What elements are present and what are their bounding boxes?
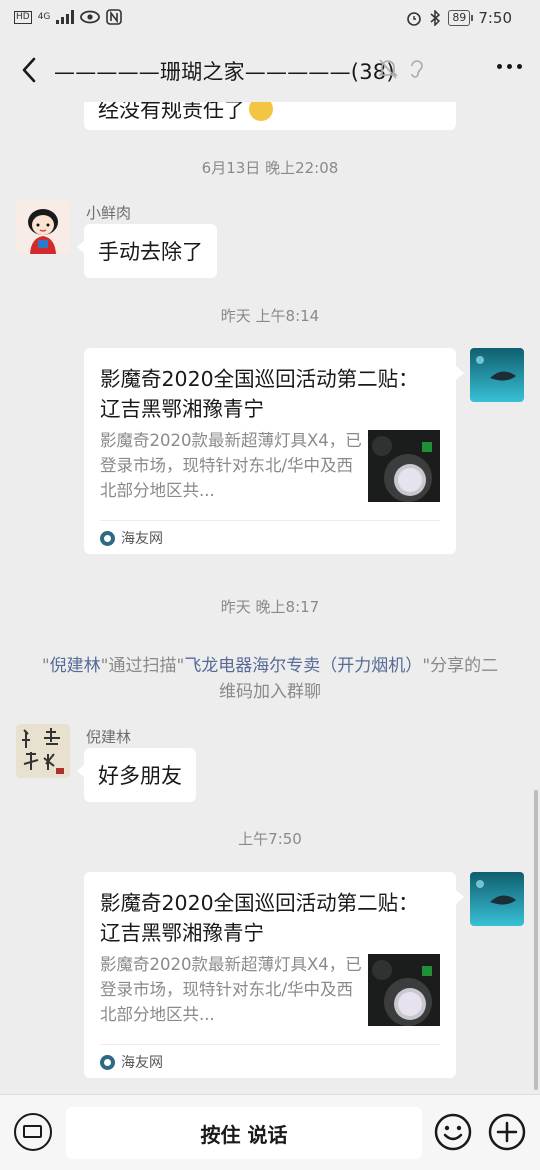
card-divider — [100, 1044, 440, 1045]
emoji-icon[interactable] — [434, 1113, 472, 1151]
card-thumbnail — [368, 430, 440, 502]
message-bubble[interactable]: 手动去除了 — [77, 224, 217, 278]
signal-icon — [56, 10, 75, 24]
member-name-link[interactable]: 倪建林 — [50, 656, 101, 676]
timestamp: 昨天 上午8:14 — [220, 307, 320, 325]
network-4g-icon: 4G — [37, 12, 51, 22]
message-text: 好多朋友 — [98, 764, 182, 788]
card-thumbnail — [368, 954, 440, 1026]
message-text: 经没有规责任了 — [98, 102, 245, 122]
earpiece-mode-icon — [411, 60, 423, 78]
cry-laugh-emoji-icon — [249, 102, 273, 121]
inviter-name-link[interactable]: 飞龙电器海尔专卖（开力烟机） — [184, 656, 422, 676]
avatar[interactable] — [16, 200, 70, 254]
sender-name: 倪建林 — [86, 728, 132, 746]
source-name: 海友网 — [121, 531, 163, 547]
chat-status-icons — [378, 58, 426, 80]
card-divider — [100, 520, 440, 521]
scrollbar[interactable] — [534, 790, 538, 1090]
timestamp: 6月13日 晚上22:08 — [201, 159, 339, 177]
hold-to-talk-button[interactable]: 按住 说话 — [66, 1107, 422, 1159]
card-title: 影魔奇2020全国巡回活动第二贴： 辽吉黑鄂湘豫青宁 — [100, 367, 419, 421]
keyboard-toggle-icon[interactable] — [14, 1113, 52, 1151]
alarm-icon — [407, 12, 422, 26]
eye-icon — [80, 10, 101, 24]
hd-icon: HD — [14, 10, 32, 24]
card-description: 影魔奇2020款最新超薄灯具X4，已登录市场，现特针对东北/华中及西北部分地区共… — [100, 431, 362, 500]
status-icons-left: HD 4G — [14, 9, 123, 25]
avatar[interactable] — [16, 724, 70, 778]
link-card[interactable]: 影魔奇2020全国巡回活动第二贴： 辽吉黑鄂湘豫青宁 影魔奇2020款最新超薄灯… — [84, 348, 464, 554]
source-name: 海友网 — [121, 1055, 163, 1071]
status-bar: HD 4G 89 7:50 — [0, 0, 540, 38]
source-logo-icon — [100, 1054, 115, 1070]
bluetooth-icon — [430, 10, 441, 26]
card-source: 海友网 — [100, 1052, 163, 1072]
timestamp: 上午7:50 — [238, 830, 302, 848]
system-quote: " — [41, 656, 50, 676]
source-logo-icon — [100, 530, 115, 546]
sender-name: 小鲜肉 — [86, 204, 132, 222]
timestamp: 昨天 晚上8:17 — [220, 598, 320, 616]
nfc-icon — [106, 9, 123, 25]
back-arrow-icon[interactable] — [14, 52, 44, 88]
card-title: 影魔奇2020全国巡回活动第二贴： 辽吉黑鄂湘豫青宁 — [100, 891, 419, 945]
system-message: "倪建林"通过扫描"飞龙电器海尔专卖（开力烟机）"分享的二维码加入群聊 — [0, 653, 540, 705]
mute-bell-icon — [378, 59, 398, 79]
my-avatar[interactable] — [470, 872, 524, 926]
message-text: 手动去除了 — [98, 240, 203, 264]
battery-icon: 89 — [448, 10, 474, 26]
card-description: 影魔奇2020款最新超薄灯具X4，已登录市场，现特针对东北/华中及西北部分地区共… — [100, 955, 362, 1024]
card-source: 海友网 — [100, 528, 163, 548]
message-bubble[interactable]: 好多朋友 — [77, 748, 196, 802]
chat-title: —————珊瑚之家—————(38) — [54, 60, 395, 84]
input-bar: 按住 说话 — [0, 1094, 540, 1170]
status-time: 7:50 — [478, 9, 512, 27]
more-options-icon[interactable] — [497, 64, 522, 69]
system-text: "通过扫描" — [100, 656, 185, 676]
my-avatar[interactable] — [470, 348, 524, 402]
message-list[interactable]: 经没有规责任了 6月13日 晚上22:08 小鲜肉 手动去除了 昨天 上午8:1… — [0, 102, 540, 1094]
partial-message-bubble[interactable]: 经没有规责任了 — [84, 102, 456, 130]
chat-header: —————珊瑚之家—————(38) — [0, 38, 540, 102]
link-card[interactable]: 影魔奇2020全国巡回活动第二贴： 辽吉黑鄂湘豫青宁 影魔奇2020款最新超薄灯… — [84, 872, 464, 1078]
status-icons-right: 89 7:50 — [406, 9, 512, 27]
plus-icon[interactable] — [488, 1113, 526, 1151]
